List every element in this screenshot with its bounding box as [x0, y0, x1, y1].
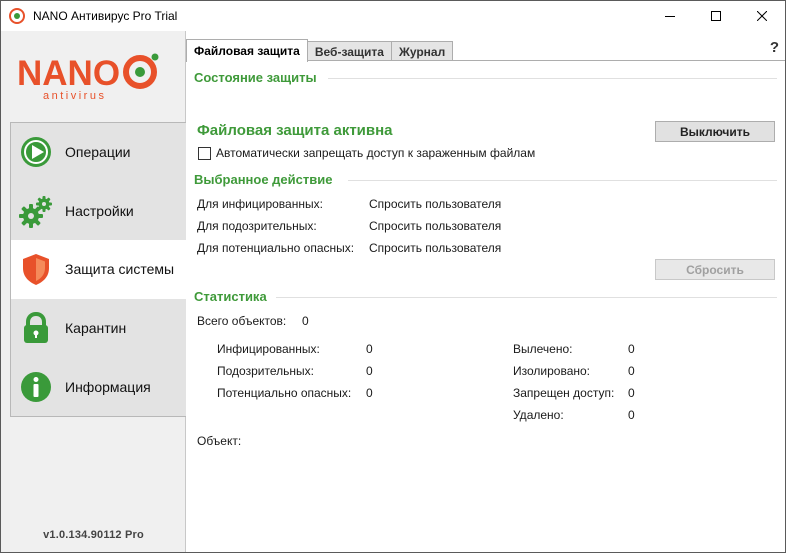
sidebar-item-label: Информация	[65, 378, 151, 395]
close-icon	[757, 11, 767, 21]
stats-isolated-value: 0	[628, 364, 635, 378]
stats-deleted-label: Удалено:	[513, 408, 564, 422]
reset-button[interactable]: Сбросить	[655, 259, 775, 280]
logo-graphic: NANO antivirus	[17, 53, 159, 102]
play-icon	[19, 135, 53, 169]
window-title: NANO Антивирус Pro Trial	[33, 9, 178, 23]
sidebar-item-label: Карантин	[65, 320, 127, 337]
shield-icon	[19, 252, 53, 286]
section-title-status: Состояние защиты	[194, 70, 317, 85]
action-label-potentially-dangerous: Для потенциально опасных:	[197, 241, 355, 255]
logo-word: NANO	[17, 54, 120, 93]
maximize-icon	[711, 11, 721, 21]
stats-suspicious-value: 0	[366, 364, 373, 378]
sidebar-nav: Операции Настройки Защита системы Карант…	[10, 122, 186, 417]
close-button[interactable]	[739, 1, 785, 31]
logo-subtitle: antivirus	[43, 90, 106, 102]
protection-status: Файловая защита активна	[197, 122, 393, 139]
sidebar-item-quarantine[interactable]: Карантин	[11, 299, 186, 358]
action-label-suspicious: Для подозрительных:	[197, 219, 317, 233]
action-label-infected: Для инфицированных:	[197, 197, 323, 211]
auto-block-label: Автоматически запрещать доступ к заражен…	[216, 146, 536, 160]
stats-isolated-label: Изолировано:	[513, 364, 591, 378]
nano-logo: NANO antivirus	[15, 47, 175, 107]
tab-journal[interactable]: Журнал	[390, 41, 454, 62]
section-title-action: Выбранное действие	[194, 172, 333, 187]
stats-suspicious-label: Подозрительных:	[217, 364, 314, 378]
window-frame: NANO antivirus Операции Настройки Защита…	[0, 31, 786, 553]
disable-button[interactable]: Выключить	[655, 121, 775, 142]
stats-total-value: 0	[302, 314, 309, 328]
stats-access-denied-value: 0	[628, 386, 635, 400]
sidebar-item-settings[interactable]: Настройки	[11, 182, 186, 241]
auto-block-checkbox[interactable]	[198, 146, 211, 160]
stats-object-label: Объект:	[197, 434, 242, 448]
action-value-suspicious: Спросить пользователя	[369, 219, 502, 233]
stats-potentially-dangerous-value: 0	[366, 386, 373, 400]
help-icon[interactable]: ?	[770, 39, 779, 56]
stats-infected-label: Инфицированных:	[217, 342, 320, 356]
sidebar-item-label: Настройки	[65, 202, 134, 219]
lock-icon	[19, 311, 53, 345]
tab-bar: Файловая защита Веб-защита Журнал	[186, 39, 454, 62]
minimize-icon	[665, 16, 675, 17]
section-divider	[276, 297, 777, 298]
sidebar-item-information[interactable]: Информация	[11, 357, 186, 416]
tab-file-protection[interactable]: Файловая защита	[186, 39, 308, 62]
app-icon	[9, 8, 25, 24]
action-value-infected: Спросить пользователя	[369, 197, 502, 211]
sidebar-item-system-protection[interactable]: Защита системы	[11, 240, 186, 299]
gears-icon	[19, 194, 53, 228]
maximize-button[interactable]	[693, 1, 739, 31]
stats-deleted-value: 0	[628, 408, 635, 422]
section-divider	[348, 180, 777, 181]
stats-cured-label: Вылечено:	[513, 342, 573, 356]
sidebar-item-operations[interactable]: Операции	[11, 123, 186, 182]
sidebar-item-label: Операции	[65, 144, 131, 161]
tab-web-protection[interactable]: Веб-защита	[306, 41, 392, 62]
auto-block-row[interactable]: Автоматически запрещать доступ к заражен…	[198, 146, 535, 160]
stats-total-label: Всего объектов:	[197, 314, 287, 328]
version-label: v1.0.134.90112 Pro	[43, 529, 144, 541]
sidebar: NANO antivirus Операции Настройки Защита…	[1, 31, 186, 552]
section-title-stats: Статистика	[194, 289, 267, 304]
action-value-potentially-dangerous: Спросить пользователя	[369, 241, 502, 255]
stats-infected-value: 0	[366, 342, 373, 356]
title-bar: NANO Антивирус Pro Trial	[0, 0, 786, 31]
stats-cured-value: 0	[628, 342, 635, 356]
window-controls	[647, 1, 785, 31]
sidebar-item-label: Защита системы	[65, 261, 175, 278]
info-icon	[19, 370, 53, 404]
section-divider	[328, 78, 777, 79]
minimize-button[interactable]	[647, 1, 693, 31]
stats-potentially-dangerous-label: Потенциально опасных:	[217, 386, 352, 400]
file-protection-panel: Состояние защиты Файловая защита активна…	[186, 61, 785, 551]
stats-access-denied-label: Запрещен доступ:	[513, 386, 615, 400]
